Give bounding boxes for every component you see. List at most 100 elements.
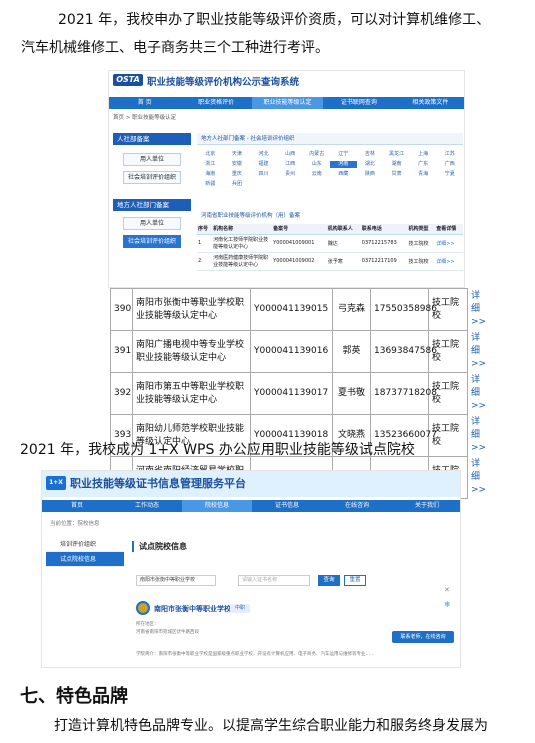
sidebar: 培训评价组织 试点院校信息: [46, 537, 124, 567]
province-link[interactable]: 浙江: [197, 161, 224, 168]
province-link[interactable]: 广东: [410, 161, 437, 168]
sidebar-item-active[interactable]: 试点院校信息: [46, 552, 124, 567]
province-link[interactable]: 辽宁: [330, 151, 357, 158]
side-button-active[interactable]: 社会培训评价组织: [123, 235, 181, 248]
province-link[interactable]: 山西: [277, 151, 304, 158]
side-button[interactable]: 用人单位: [123, 153, 181, 166]
column-header: 机构名称: [212, 224, 273, 235]
nav-item[interactable]: 职业资格评价: [180, 97, 251, 109]
search-button[interactable]: 查询: [318, 575, 340, 586]
province-link[interactable]: 青海: [410, 171, 437, 178]
province-link[interactable]: 重庆: [224, 171, 251, 178]
nav-item[interactable]: 在线咨询: [322, 500, 392, 512]
sidebar-item[interactable]: 培训评价组织: [46, 537, 124, 552]
province-link[interactable]: 湖南: [383, 161, 410, 168]
close-icon[interactable]: ✕: [444, 586, 450, 594]
cell: 河南医药健康技师学院职业技能等级认定中心: [212, 252, 273, 271]
school-search-input[interactable]: 南阳市张衡中等职业学校: [136, 575, 216, 586]
province-link[interactable]: 海南: [197, 171, 224, 178]
school-description: 学院简介：南阳市张衡中等职业学校是国家级重点职业学校，开设有计算机应用、电子商务…: [136, 652, 375, 657]
column-header: 机构联系人: [326, 224, 361, 235]
side-button[interactable]: 社会培训评价组织: [123, 171, 181, 184]
consult-button[interactable]: 联系老师，在线咨询: [392, 631, 454, 643]
province-link[interactable]: 江西: [277, 161, 304, 168]
institution-type: 技工院校: [428, 288, 468, 331]
nav-item[interactable]: 首 页: [109, 97, 180, 109]
contact-person: 弓克森: [332, 288, 371, 331]
cell: 技工院校: [407, 252, 436, 271]
province-link[interactable]: 山东: [303, 161, 330, 168]
cell: Y000041009002: [272, 252, 327, 271]
reset-button[interactable]: 重置: [344, 575, 366, 586]
province-link[interactable]: 黑龙江: [383, 151, 410, 158]
school-tag: 中职: [230, 604, 250, 613]
detail-link[interactable]: 详细>>: [435, 252, 463, 271]
nav-item[interactable]: 相关政策文件: [395, 97, 464, 109]
cell: Y000041009001: [272, 234, 327, 253]
province-link[interactable]: 甘肃: [383, 171, 410, 178]
province-link[interactable]: 云南: [303, 171, 330, 178]
paragraph-line: 打造计算机特色品牌专业。以提高学生综合职业能力和服务终身发展为: [54, 718, 488, 734]
province-link[interactable]: 新疆: [197, 181, 224, 188]
phone-number: 18737718208: [370, 372, 437, 415]
nav-item[interactable]: 工作动态: [112, 500, 182, 512]
certificate-search-input[interactable]: 请输入证书名称: [238, 575, 310, 586]
contact-person: 夏书敬: [332, 372, 371, 415]
row-number: 391: [110, 330, 133, 373]
province-link[interactable]: 河南: [330, 161, 357, 168]
column-header: 联系电话: [360, 224, 408, 235]
paragraph-line: 2021 年，我校成为 1+X WPS 办公应用职业技能等级试点院校: [20, 442, 415, 458]
cell: 03712215783: [360, 234, 408, 253]
province-link[interactable]: 吉林: [357, 151, 384, 158]
phone-number: 13693847586: [370, 330, 437, 373]
detail-link[interactable]: 详细>>: [435, 234, 463, 253]
province-link[interactable]: 四川: [250, 171, 277, 178]
table-row: 1 河南化工技师学院职业技能等级认定中心 Y000041009001 魏达 03…: [197, 234, 463, 253]
institution-type: 技工院校: [428, 330, 468, 373]
province-link[interactable]: 安徽: [224, 161, 251, 168]
nav-item-active[interactable]: 院校信息: [182, 500, 252, 512]
nav-item[interactable]: 首页: [42, 500, 112, 512]
province-link[interactable]: 河北: [250, 151, 277, 158]
province-link[interactable]: 湖北: [357, 161, 384, 168]
row-number: 390: [110, 288, 133, 331]
institution-type: 技工院校: [428, 414, 468, 457]
nav-item[interactable]: 证书信息: [252, 500, 322, 512]
section-heading: 七、特色品牌: [20, 686, 128, 707]
table-row: 391 南阳广播电视中等专业学校职业技能等级认定中心 Y000041139016 郭英…: [110, 330, 486, 373]
nav-item[interactable]: 关于我们: [392, 500, 460, 512]
province-link[interactable]: 陕西: [357, 171, 384, 178]
province-link[interactable]: 贵州: [277, 171, 304, 178]
phone-number: 17550358986: [370, 288, 437, 331]
institution-table: 序号 机构名称 备案号 机构联系人 联系电话 机构类型 查看详情 1 河南化工技…: [197, 224, 463, 271]
platform-title: 职业技能等级证书信息管理服务平台: [70, 477, 246, 490]
side-button[interactable]: 用人单位: [123, 217, 181, 230]
cell: 1: [197, 234, 213, 253]
province-link[interactable]: 江苏: [436, 151, 463, 158]
province-link[interactable]: 福建: [250, 161, 277, 168]
province-link[interactable]: 西藏: [330, 171, 357, 178]
screenshot-osta-system: OSTA 职业技能等级评价机构公示查询系统 首 页 职业资格评价 职业技能等级认…: [108, 70, 465, 288]
province-link[interactable]: 上海: [410, 151, 437, 158]
top-nav: 首页 工作动态 院校信息 证书信息 在线咨询 关于我们: [42, 500, 460, 512]
cell: 03712217109: [360, 252, 408, 271]
top-nav: 首 页 职业资格评价 职业技能等级认定 证书联网查询 相关政策文件: [109, 97, 464, 109]
nav-item-active[interactable]: 职业技能等级认定: [251, 97, 324, 109]
province-link[interactable]: 兵团: [224, 181, 251, 188]
column-header: 机构类型: [407, 224, 436, 235]
province-link[interactable]: 宁夏: [436, 171, 463, 178]
institution-name: 南阳广播电视中等专业学校职业技能等级认定中心: [132, 330, 251, 373]
province-link[interactable]: 北京: [197, 151, 224, 158]
province-link[interactable]: 广西: [436, 161, 463, 168]
nav-item[interactable]: 证书联网查询: [323, 97, 394, 109]
province-link[interactable]: 天津: [224, 151, 251, 158]
school-address: 河南省南阳市宛城区伏牛路西段: [136, 630, 199, 635]
osta-logo: OSTA: [113, 74, 143, 86]
filing-number: Y000041139015: [250, 288, 333, 331]
cell: 技工院校: [407, 234, 436, 253]
province-link[interactable]: 内蒙古: [303, 151, 330, 158]
1x-logo: 1+X: [46, 476, 66, 490]
province-grid: 北京 天津 河北 山西 内蒙古 辽宁 吉林 黑龙江 上海 江苏浙江 安徽 福建 江西 山东 河南 湖北 湖南 广东…: [197, 151, 463, 188]
paragraph-line: 汽车机械维修工、电子商务共三个工种进行考评。: [21, 40, 329, 56]
table-row: 392 南阳市第五中等职业学校职业技能等级认定中心 Y000041139017 夏书敬…: [110, 372, 486, 415]
